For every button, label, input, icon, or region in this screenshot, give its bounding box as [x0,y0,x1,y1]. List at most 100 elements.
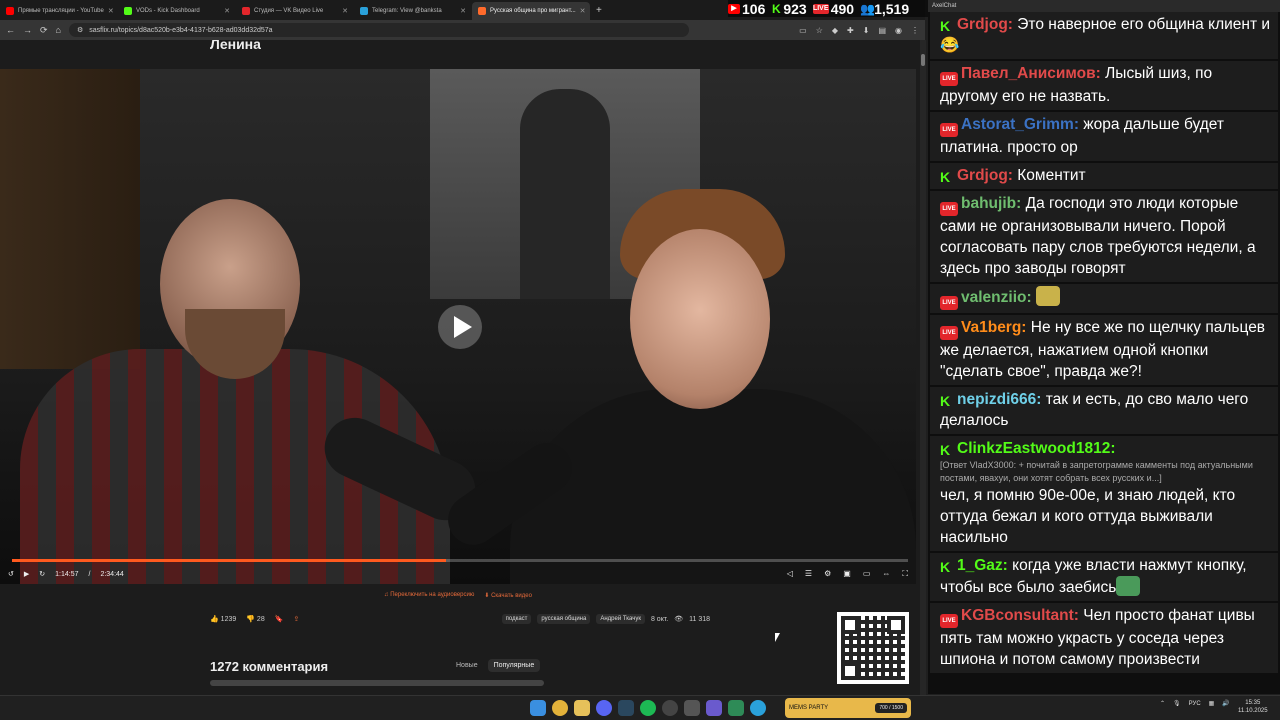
chat-nickname[interactable]: Astorat_Grimm: [961,116,1079,133]
chat-panel: K Grdjog: Это наверное его община клиент … [928,12,1280,694]
chat-message: LIVE Astorat_Grimm: жора дальше будет пла… [930,112,1278,161]
telegram-icon[interactable] [750,700,766,716]
tab-kick-dashboard[interactable]: VODs - Kick Dashboard ✕ [118,2,236,20]
web-page: Ленина ↺ ▶ ↻ 1:14:57 / 2:34:44 ◁ ☰ ⚙ ▣ ▭… [0,40,925,695]
close-icon[interactable]: ✕ [108,7,114,15]
taskbar-widget[interactable]: MEMS PARTY 700 / 1500 [785,698,911,718]
chat-nickname[interactable]: Va1berg: [961,319,1026,336]
reload-icon[interactable]: ⟳ [40,25,48,36]
system-tray: ⌃ 🎙 РУС ▦ 🔊 [1160,700,1230,708]
cast-icon[interactable]: ▭ [799,26,807,35]
system-clock[interactable]: 15:35 11.10.2025 [1238,699,1268,715]
play-button[interactable] [438,305,482,349]
network-icon[interactable]: ▦ [1209,700,1215,707]
pip-icon[interactable]: ⇔ [882,569,890,579]
chat-message-text: Коментит [1012,167,1086,184]
chat-message: K Grdjog: Коментит [930,163,1278,189]
like-button[interactable]: 👍 1239 [210,615,236,623]
profile-icon[interactable]: ◉ [895,26,902,35]
chat-message: K ClinkzEastwood1812: [Ответ VladX3000: + … [930,436,1278,551]
theater-mode-icon[interactable]: ▭ [863,569,871,579]
menu-kebab-icon[interactable]: ⋮ [911,26,919,35]
volume-icon[interactable]: ◁ [787,569,793,579]
extension-icon[interactable]: ◆ [832,26,838,35]
app-icon[interactable] [706,700,722,716]
emote-icon [1035,286,1060,306]
steam-icon[interactable] [618,700,634,716]
app-icon[interactable] [684,700,700,716]
site-info-icon[interactable]: ⚙ [77,26,83,34]
spotify-icon[interactable] [640,700,656,716]
download-video-link[interactable]: ⬇ Скачать видео [484,592,532,606]
home-icon[interactable]: ⌂ [56,25,61,35]
language-indicator[interactable]: РУС [1189,701,1201,707]
live-badge-icon: LIVE [940,296,958,310]
forward-icon[interactable]: → [23,25,32,35]
chat-nickname[interactable]: Grdjog: [957,167,1013,184]
video-player[interactable]: ↺ ▶ ↻ 1:14:57 / 2:34:44 ◁ ☰ ⚙ ▣ ▭ ⇔ ⛶ [0,69,916,584]
fullscreen-icon[interactable]: ⛶ [902,569,908,579]
tab-vk-studio[interactable]: Студия — VK Видео Live ✕ [236,2,354,20]
settings-gear-icon[interactable]: ⚙ [824,569,831,579]
tab-telegram[interactable]: Telegram: View @banksta ✕ [354,2,472,20]
share-icon[interactable]: ⇪ [293,615,299,623]
chat-nickname[interactable]: ClinkzEastwood1812: [957,440,1116,457]
volume-icon[interactable]: 🔊 [1222,700,1229,707]
chat-nickname[interactable]: Павел_Анисимов: [961,65,1101,82]
microphone-icon[interactable]: 🎙 [1173,700,1181,707]
screen: Прямые трансляции - YouTube ✕ VODs - Kic… [0,0,1280,720]
play-icon [453,316,472,338]
tab-youtube[interactable]: Прямые трансляции - YouTube ✕ [0,2,118,20]
chat-nickname[interactable]: valenziio: [961,289,1032,306]
obs-icon[interactable] [662,700,678,716]
chat-nickname[interactable]: Grdjog: [957,16,1013,33]
sidebar-icon[interactable]: ▤ [878,26,886,35]
chat-nickname[interactable]: bahujib: [961,195,1021,212]
live-badge-icon: LIVE [940,72,958,86]
like-count: 1239 [220,616,237,623]
extensions-puzzle-icon[interactable]: ✚ [847,26,854,35]
chat-nickname[interactable]: KGBconsultant: [961,607,1079,624]
rewind-icon[interactable]: ↺ [8,570,14,578]
audio-version-link[interactable]: ♫ Переключить на аудиоверсию [384,592,474,606]
video-progress-bar[interactable] [12,559,908,562]
discord-icon[interactable] [596,700,612,716]
forward-10-icon[interactable]: ↻ [39,570,45,578]
total-viewers-count: 1,519 [874,0,910,17]
chevron-up-icon[interactable]: ⌃ [1160,700,1165,707]
mini-player-icon[interactable]: ▣ [843,569,851,579]
close-icon[interactable]: ✕ [342,7,348,15]
chat-nickname[interactable]: nepizdi666: [957,391,1041,408]
windows-start-icon[interactable] [530,700,546,716]
video-guest-right [470,189,916,584]
chapters-icon[interactable]: ☰ [805,569,812,579]
browser-toolbar: ← → ⟳ ⌂ ⚙ sasflix.ru/topics/d8ac520b-e3b… [0,20,925,40]
play-small-icon[interactable]: ▶ [24,570,29,578]
chat-message: Knepizdi666: так и есть, до сво мало чег… [930,387,1278,434]
download-icon[interactable]: ⬇ [863,26,870,35]
explorer-icon[interactable] [574,700,590,716]
back-icon[interactable]: ← [6,25,15,35]
chat-nickname[interactable]: 1_Gaz: [957,557,1008,574]
comment-input[interactable] [210,680,544,686]
dislike-button[interactable]: 👎 28 [246,615,264,623]
sort-new-tab[interactable]: Новые [450,659,484,672]
chrome-icon[interactable] [552,700,568,716]
youtube-icon [6,7,14,15]
bookmark-star-icon[interactable]: ☆ [816,26,823,35]
telegram-icon [360,7,368,15]
tag[interactable]: подкаст [501,614,532,624]
new-tab-button[interactable]: + [590,5,608,16]
tag[interactable]: русская община [537,614,591,624]
address-bar[interactable]: ⚙ sasflix.ru/topics/d8ac520b-e3b4-4137-b… [68,23,689,37]
bookmark-icon[interactable]: 🔖 [275,615,284,623]
tab-active-page[interactable]: Русская община про мигрант... ✕ [472,2,590,20]
sort-popular-tab[interactable]: Популярные [487,659,541,672]
close-icon[interactable]: ✕ [460,7,466,15]
close-icon[interactable]: ✕ [224,7,230,15]
app-icon[interactable] [728,700,744,716]
users-icon: 👥 [860,1,876,16]
close-icon[interactable]: ✕ [580,7,586,15]
tag[interactable]: Андрей Ткачук [596,614,645,624]
page-scrollbar[interactable] [920,40,926,695]
